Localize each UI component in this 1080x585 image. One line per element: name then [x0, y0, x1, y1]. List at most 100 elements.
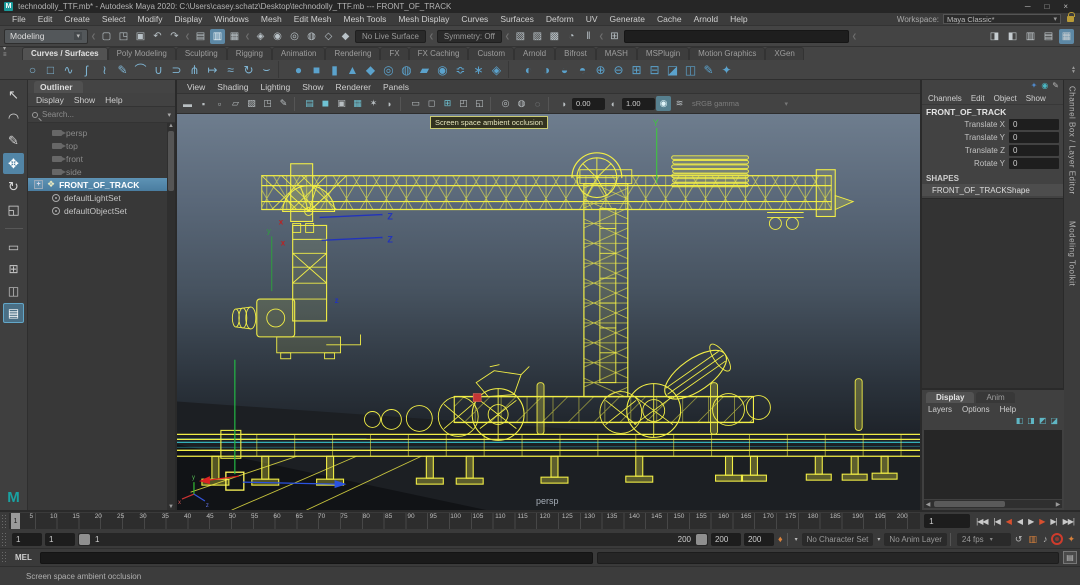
channel-menu-edit[interactable]: Edit	[967, 94, 989, 103]
edit-channels-icon[interactable]: ✎	[1052, 81, 1059, 92]
snap-view-plane-icon[interactable]: ◇	[321, 29, 336, 44]
create-override-layer-icon[interactable]: ◩	[1039, 416, 1047, 429]
shelf-tab-poly-modeling[interactable]: Poly Modeling	[108, 47, 176, 60]
mel-input-field[interactable]	[40, 552, 594, 564]
scroll-right-icon[interactable]: ▶	[1054, 501, 1062, 508]
nurbs-square-icon[interactable]: □	[42, 61, 59, 78]
boolean-difference-icon[interactable]: ⊖	[610, 61, 627, 78]
viewport-canvas[interactable]: Screen space ambient occlusion	[177, 114, 920, 510]
attribute-editor-toggle[interactable]: ◨	[987, 29, 1002, 44]
boolean-union-icon[interactable]: ⊕	[592, 61, 609, 78]
loop-mode-icon[interactable]: ↺	[1014, 534, 1024, 545]
shelf-tab-xgen[interactable]: XGen	[765, 47, 803, 60]
channel-value-field[interactable]: 0	[1009, 119, 1059, 130]
scrollbar-thumb[interactable]	[168, 131, 174, 191]
go-to-end-button[interactable]: ▶▶|	[1061, 517, 1076, 526]
menu-create[interactable]: Create	[58, 13, 96, 26]
attach-curves-icon[interactable]: ∪	[150, 61, 167, 78]
outliner-item-defaultlightset[interactable]: defaultLightSet	[28, 191, 175, 204]
shelf-tab-sculpting[interactable]: Sculpting	[176, 47, 227, 60]
snap-point-icon[interactable]: ◎	[287, 29, 302, 44]
menu-arnold[interactable]: Arnold	[688, 13, 725, 26]
use-default-material-icon[interactable]: ▦	[350, 96, 365, 111]
lock-workspace-icon[interactable]	[1067, 16, 1074, 22]
exposure-icon[interactable]: ◑	[556, 96, 571, 111]
command-line-grip[interactable]	[1, 551, 8, 564]
step-back-key-button[interactable]: ◀	[1004, 517, 1013, 526]
outliner-item-persp[interactable]: persp	[28, 126, 175, 139]
mel-toggle[interactable]: MEL	[13, 553, 36, 562]
safe-title-icon[interactable]: ◱	[472, 96, 487, 111]
pause-viewport-icon[interactable]: ‖	[581, 29, 596, 44]
minimize-button[interactable]: ─	[1025, 0, 1031, 13]
step-forward-frame-button[interactable]: ▶|	[1048, 517, 1058, 526]
outliner-item-defaultobjectset[interactable]: defaultObjectSet	[28, 204, 175, 217]
shelf-tab-arnold[interactable]: Arnold	[514, 47, 555, 60]
menu-mesh[interactable]: Mesh	[255, 13, 288, 26]
close-button[interactable]: ×	[1063, 0, 1068, 13]
range-slider[interactable]: 1 200	[78, 533, 708, 546]
maximize-button[interactable]: □	[1044, 0, 1049, 13]
curve-fillet-icon[interactable]: ⌣	[258, 61, 275, 78]
menu-uv[interactable]: UV	[580, 13, 604, 26]
panel-menu-show[interactable]: Show	[296, 82, 329, 92]
right-tab-channel-box-layer-editor[interactable]: Channel Box / Layer Editor	[1068, 86, 1077, 195]
animation-preferences-icon[interactable]: ✦	[1066, 534, 1076, 545]
poly-cone-icon[interactable]: ▲	[344, 61, 361, 78]
channel-box-toggle[interactable]: ▦	[1059, 29, 1074, 44]
hscroll-track[interactable]	[932, 501, 1054, 507]
mute-audio-icon[interactable]: ♪	[1042, 534, 1049, 544]
select-tool[interactable]: ↖	[3, 84, 24, 105]
extend-curve-icon[interactable]: ↦	[204, 61, 221, 78]
panel-menu-view[interactable]: View	[181, 82, 211, 92]
outliner-search[interactable]: Search... ▾	[28, 107, 175, 123]
isolate-select-icon[interactable]: ◎	[498, 96, 513, 111]
resolution-gate-icon[interactable]: ▭	[408, 96, 423, 111]
poly-disc-icon[interactable]: ◍	[398, 61, 415, 78]
expand-icon[interactable]: +	[34, 180, 43, 189]
textured-icon[interactable]: ▣	[334, 96, 349, 111]
shelf-tab-bifrost[interactable]: Bifrost	[555, 47, 596, 60]
menu-deform[interactable]: Deform	[540, 13, 580, 26]
rotate-tool[interactable]: ↻	[3, 176, 24, 197]
poly-sphere-icon[interactable]: ●	[290, 61, 307, 78]
layer-menu-help[interactable]: Help	[996, 405, 1020, 414]
play-forwards-button[interactable]: ▶	[1026, 517, 1035, 526]
playblast-icon[interactable]: ▥	[1027, 534, 1038, 545]
outliner-item-side[interactable]: side	[28, 165, 175, 178]
manipulator-icon[interactable]: ✦	[1031, 81, 1038, 92]
snap-curve-icon[interactable]: ◉	[270, 29, 285, 44]
set-key-icon[interactable]: ♦	[777, 534, 784, 544]
rebuild-curve-icon[interactable]: ↻	[240, 61, 257, 78]
xray-icon[interactable]: ◍	[514, 96, 529, 111]
shelf-tab-motion-graphics[interactable]: Motion Graphics	[689, 47, 765, 60]
undo-icon[interactable]: ↶	[150, 29, 165, 44]
menu-mesh-tools[interactable]: Mesh Tools	[338, 13, 393, 26]
wireframe-icon[interactable]: ▤	[302, 96, 317, 111]
sculpt-icon[interactable]: ✦	[718, 61, 735, 78]
shelf-scroll-arrows[interactable]: ▲▼	[1071, 66, 1076, 74]
outliner-menu-help[interactable]: Help	[101, 95, 126, 105]
smooth-shade-icon[interactable]: ◼	[318, 96, 333, 111]
shelf-tab-curves-surfaces[interactable]: Curves / Surfaces	[22, 47, 108, 60]
safe-action-icon[interactable]: ◰	[456, 96, 471, 111]
menu-cache[interactable]: Cache	[651, 13, 688, 26]
go-to-start-button[interactable]: |◀◀	[974, 517, 989, 526]
move-tool[interactable]: ✥	[3, 153, 24, 174]
outliner-persp-layout-button[interactable]: ▤	[3, 303, 24, 323]
time-slider-grip[interactable]	[1, 514, 8, 528]
search-input[interactable]: Search...	[42, 110, 163, 119]
view-transform-dropdown[interactable]: sRGB gamma▾	[688, 97, 792, 110]
shelf-tab-fx[interactable]: FX	[380, 47, 408, 60]
hypershade-icon[interactable]: ⊞	[607, 29, 622, 44]
channel-menu-show[interactable]: Show	[1022, 94, 1050, 103]
snap-projected-center-icon[interactable]: ◍	[304, 29, 319, 44]
poly-cylinder-icon[interactable]: ▮	[326, 61, 343, 78]
camera-attributes-icon[interactable]: ▫	[212, 96, 227, 111]
menu-select[interactable]: Select	[96, 13, 132, 26]
image-plane-icon[interactable]: ▨	[244, 96, 259, 111]
cv-curve-tool-icon[interactable]: ∿	[60, 61, 77, 78]
offset-curve-icon[interactable]: ≈	[222, 61, 239, 78]
snap-grid-icon[interactable]: ◈	[253, 29, 268, 44]
panel-menu-lighting[interactable]: Lighting	[254, 82, 296, 92]
